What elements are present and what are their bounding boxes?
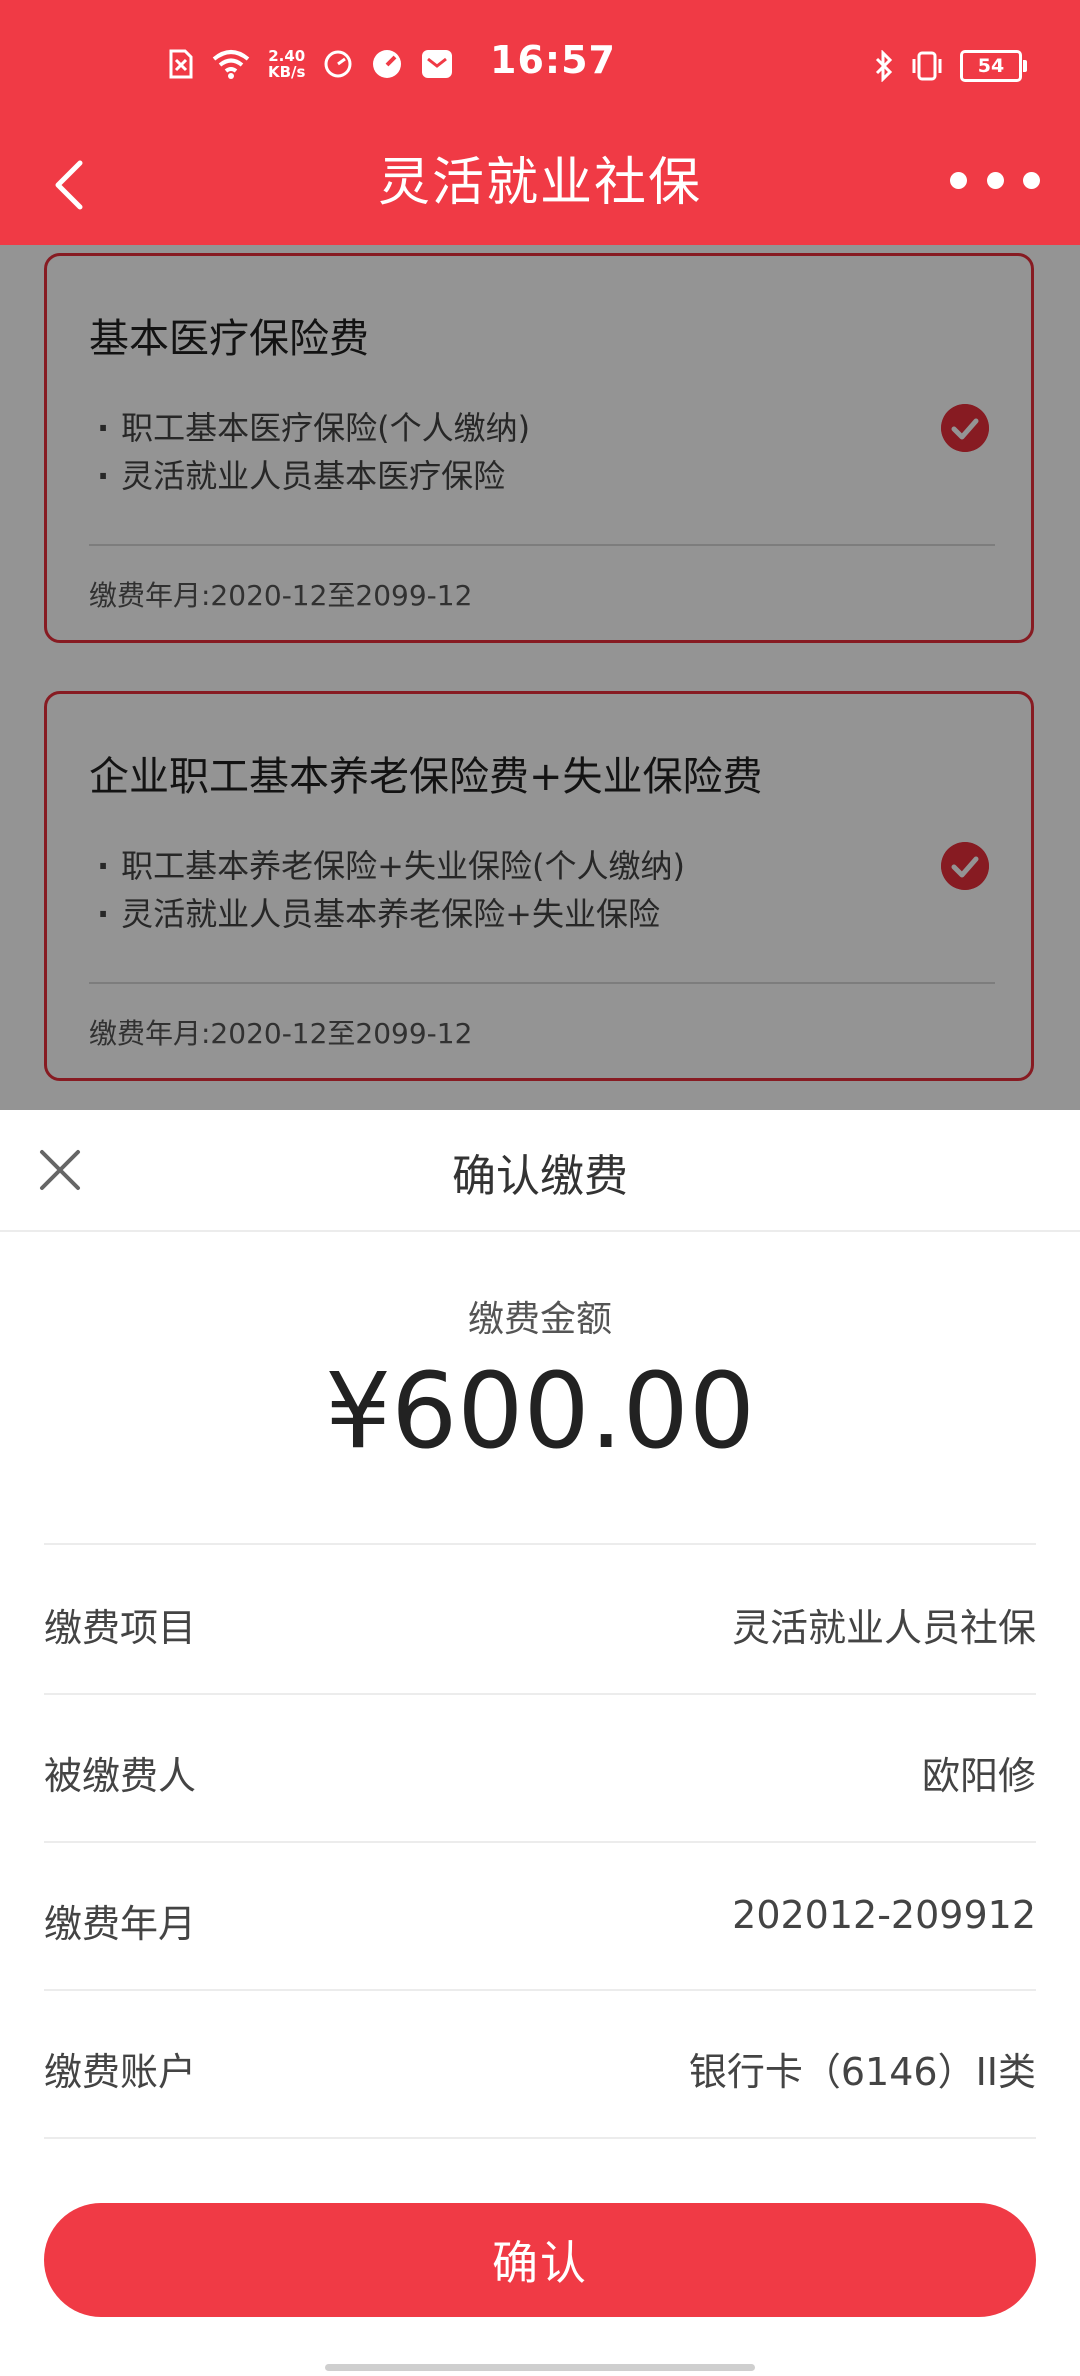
timer-icon — [324, 50, 352, 78]
home-indicator[interactable] — [325, 2364, 755, 2371]
confirm-button[interactable]: 确认 — [44, 2203, 1036, 2317]
detail-value: 欧阳修 — [921, 1754, 1036, 1798]
sheet-title: 确认缴费 — [452, 1151, 628, 1202]
detail-label: 缴费账户 — [44, 2050, 197, 2094]
status-right-icons: 54 — [874, 46, 1027, 86]
modal-backdrop[interactable] — [0, 245, 1080, 1115]
detail-value: 银行卡（6146）II类 — [688, 2050, 1036, 2094]
app-header: 2.40 KB/s 16:57 54 灵活就业社保 — [0, 0, 1080, 245]
detail-row-account[interactable]: 缴费账户 银行卡（6146）II类 — [44, 1989, 1036, 2139]
detail-label: 缴费项目 — [44, 1606, 197, 1650]
more-dot — [986, 171, 1004, 189]
detail-label: 被缴费人 — [44, 1754, 197, 1798]
more-dot — [1023, 171, 1040, 189]
status-bar: 2.40 KB/s 16:57 54 — [0, 0, 1080, 130]
net-speed-value: 2.40 — [268, 47, 306, 65]
detail-value: 灵活就业人员社保 — [731, 1606, 1036, 1650]
status-left-icons: 2.40 KB/s — [168, 44, 453, 84]
amount-label: 缴费金额 — [467, 1299, 612, 1340]
bluetooth-icon — [875, 50, 893, 82]
more-dots-icon[interactable] — [950, 160, 1040, 200]
wifi-icon — [212, 50, 250, 79]
detail-row-period: 缴费年月 202012-209912 — [44, 1841, 1036, 1991]
battery-icon: 54 — [960, 50, 1027, 82]
detail-row-payee: 被缴费人 欧阳修 — [44, 1693, 1036, 1843]
net-speed-unit: KB/s — [268, 63, 306, 81]
nav-bar: 灵活就业社保 — [0, 130, 1080, 245]
amount-value: ¥600.00 — [324, 1350, 756, 1472]
detail-label: 缴费年月 — [44, 1902, 197, 1946]
vibrate-icon — [912, 51, 942, 81]
status-time: 16:57 — [490, 38, 616, 82]
network-speed: 2.40 KB/s — [268, 48, 305, 80]
sim-error-icon — [169, 49, 193, 79]
detail-row-item: 缴费项目 灵活就业人员社保 — [44, 1545, 1036, 1695]
more-dot — [950, 171, 967, 189]
mail-icon — [422, 50, 453, 78]
confirm-payment-sheet: 确认缴费 缴费金额 ¥600.00 缴费项目 灵活就业人员社保 被缴费人 欧阳修… — [0, 1110, 1080, 2376]
detail-value: 202012-209912 — [732, 1893, 1036, 1937]
page-title: 灵活就业社保 — [377, 153, 702, 213]
sheet-header: 确认缴费 — [0, 1110, 1080, 1232]
speedometer-icon — [373, 50, 402, 78]
